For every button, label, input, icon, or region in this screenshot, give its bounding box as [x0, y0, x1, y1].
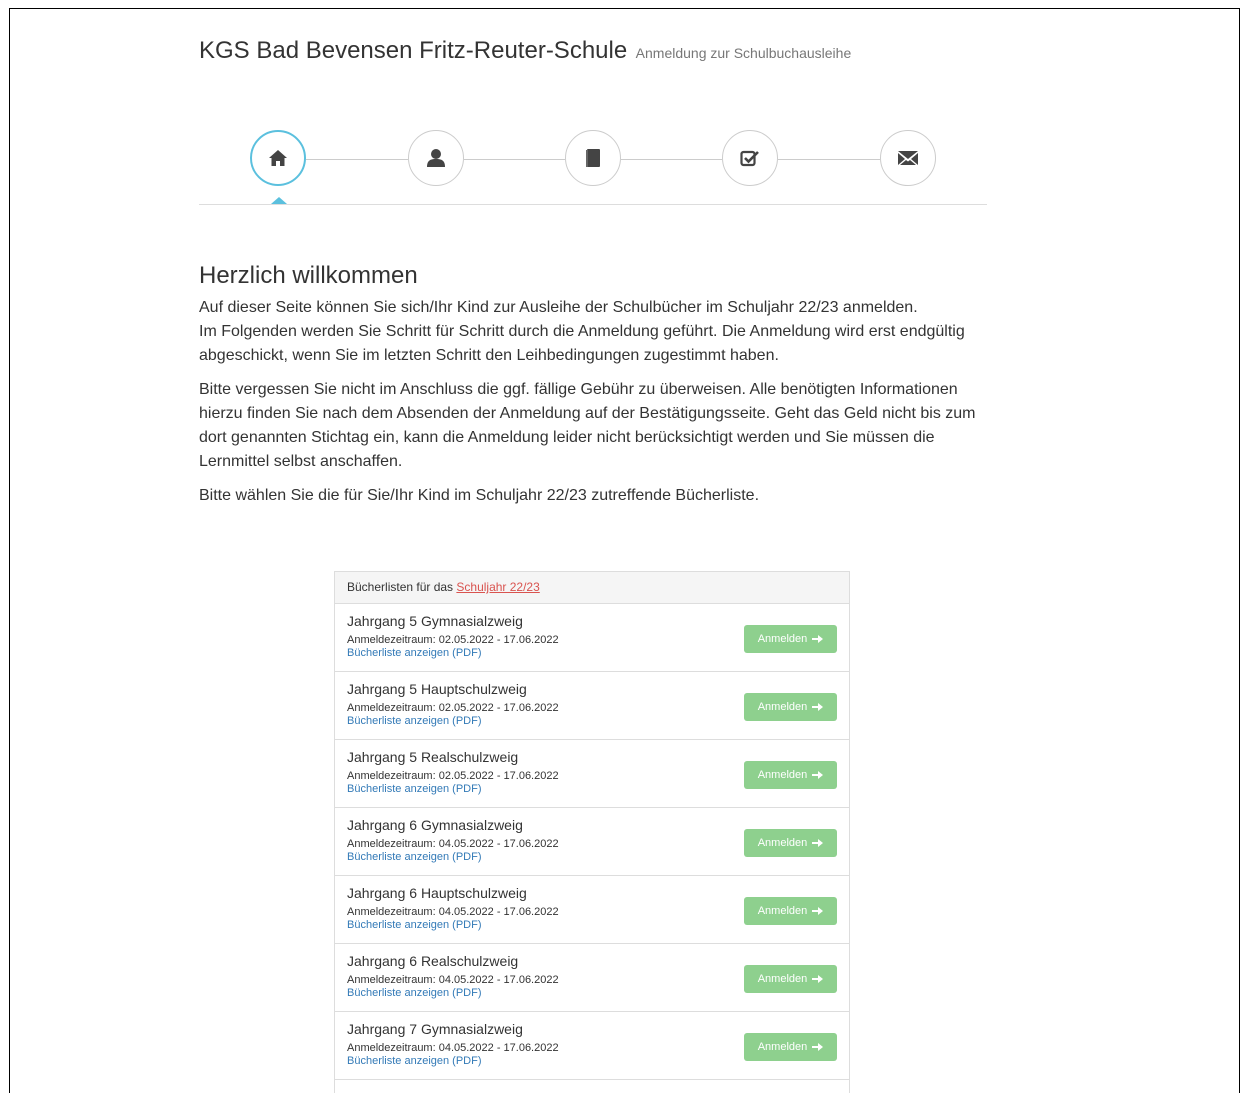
booklist-rows: Jahrgang 5 Gymnasialzweig Anmeldezeitraum… [335, 604, 849, 1080]
anmelden-button[interactable]: Anmelden [744, 829, 837, 857]
user-icon [427, 149, 445, 167]
anmelden-button[interactable]: Anmelden [744, 897, 837, 925]
arrow-right-icon [812, 975, 824, 983]
anmelden-button[interactable]: Anmelden [744, 965, 837, 993]
home-icon [269, 150, 287, 166]
anmelden-button-label: Anmelden [757, 633, 808, 645]
intro-steps-text: Im Folgenden werden Sie Schritt für Schr… [199, 323, 965, 364]
page-header: KGS Bad Bevensen Fritz-Reuter-Schule Anm… [199, 37, 851, 65]
envelope-icon [898, 151, 918, 165]
step-personal-data[interactable] [408, 130, 464, 186]
step-home[interactable] [250, 130, 306, 186]
list-item: Jahrgang 7 Gymnasialzweig Anmeldezeitraum… [335, 1012, 849, 1080]
list-item: Jahrgang 5 Gymnasialzweig Anmeldezeitraum… [335, 604, 849, 672]
active-step-caret [271, 197, 287, 204]
arrow-right-icon [812, 703, 824, 711]
anmelden-button[interactable]: Anmelden [744, 761, 837, 789]
school-title: KGS Bad Bevensen Fritz-Reuter-Schule [199, 37, 628, 64]
step-connector [621, 159, 722, 160]
arrow-right-icon [812, 1043, 824, 1051]
arrow-right-icon [812, 839, 824, 847]
wizard-stepper [199, 128, 987, 205]
school-year-link[interactable]: Schuljahr 22/23 [456, 580, 539, 594]
arrow-right-icon [812, 635, 824, 643]
fee-paragraph: Bitte vergessen Sie nicht im Anschluss d… [199, 381, 976, 470]
anmelden-button-label: Anmelden [757, 837, 808, 849]
welcome-section: Herzlich willkommen Auf dieser Seite kön… [199, 262, 987, 518]
list-item: Jahrgang 6 Realschulzweig Anmeldezeitraum… [335, 944, 849, 1012]
list-item: Jahrgang 5 Hauptschulzweig Anmeldezeitrau… [335, 672, 849, 740]
anmelden-button-label: Anmelden [757, 973, 808, 985]
arrow-right-icon [812, 771, 824, 779]
arrow-right-icon [812, 907, 824, 915]
list-item: Jahrgang 5 Realschulzweig Anmeldezeitraum… [335, 740, 849, 808]
page-subtitle: Anmeldung zur Schulbuchausleihe [635, 45, 852, 61]
step-connector [464, 159, 565, 160]
anmelden-button-label: Anmelden [757, 1041, 808, 1053]
anmelden-button[interactable]: Anmelden [744, 693, 837, 721]
anmelden-button-label: Anmelden [757, 769, 808, 781]
book-icon [586, 149, 600, 167]
anmelden-button-label: Anmelden [757, 701, 808, 713]
step-booklist[interactable] [565, 130, 621, 186]
booklist-panel-heading: Bücherlisten für das Schuljahr 22/23 [335, 572, 849, 604]
anmelden-button-label: Anmelden [757, 905, 808, 917]
list-item: Jahrgang 6 Gymnasialzweig Anmeldezeitraum… [335, 808, 849, 876]
list-item: Jahrgang 6 Hauptschulzweig Anmeldezeitrau… [335, 876, 849, 944]
step-confirm[interactable] [722, 130, 778, 186]
checkbox-icon [740, 150, 759, 167]
intro-paragraph: Auf dieser Seite können Sie sich/Ihr Kin… [199, 296, 987, 368]
step-send[interactable] [880, 130, 936, 186]
intro-text: Auf dieser Seite können Sie sich/Ihr Kin… [199, 299, 918, 316]
panel-heading-text: Bücherlisten für das [347, 580, 457, 594]
step-connector [306, 159, 408, 160]
anmelden-button[interactable]: Anmelden [744, 1033, 837, 1061]
choose-list-paragraph: Bitte wählen Sie die für Sie/Ihr Kind im… [199, 487, 760, 504]
booklist-panel: Bücherlisten für das Schuljahr 22/23 Jah… [334, 571, 850, 1093]
welcome-heading: Herzlich willkommen [199, 262, 418, 289]
anmelden-button[interactable]: Anmelden [744, 625, 837, 653]
step-connector [778, 159, 880, 160]
